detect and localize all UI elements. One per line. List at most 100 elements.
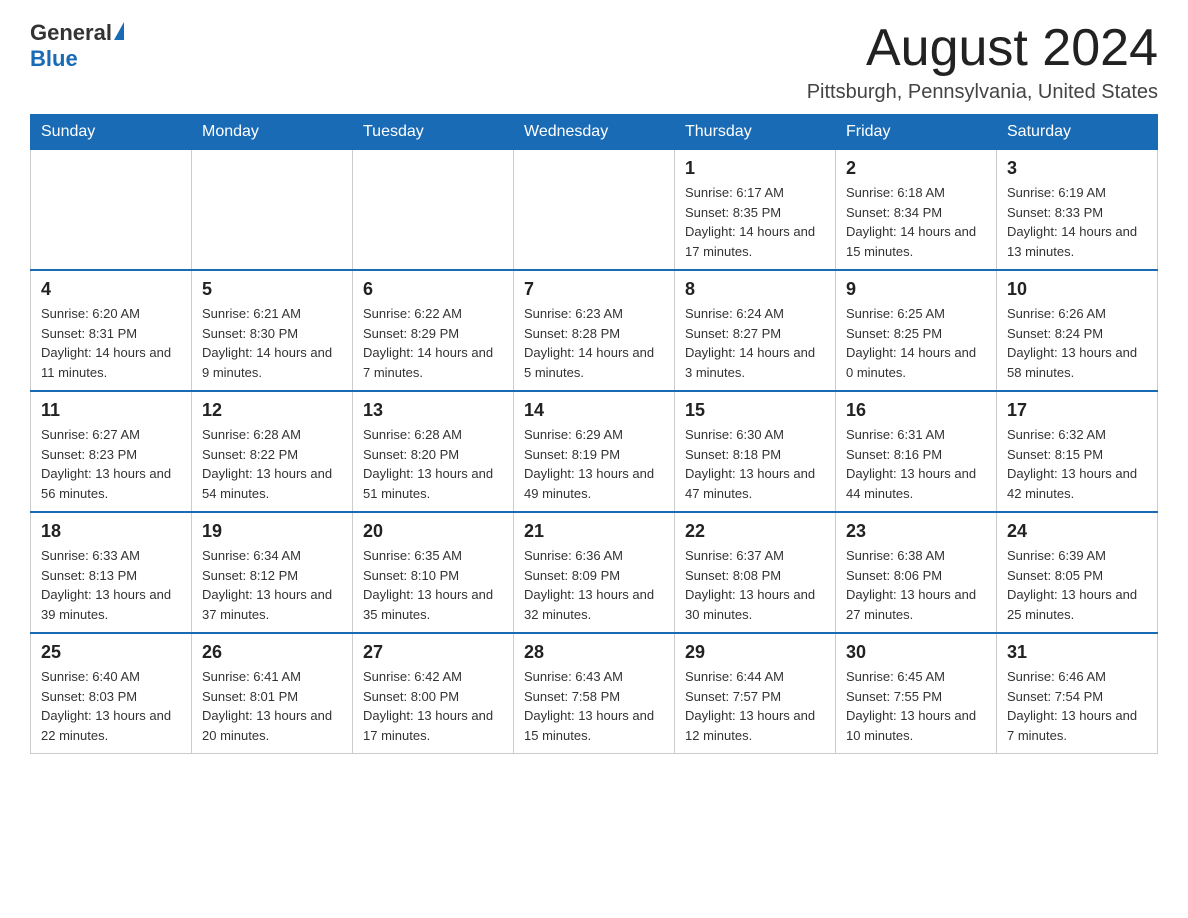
day-info: Sunrise: 6:36 AMSunset: 8:09 PMDaylight:… (524, 546, 664, 624)
calendar-cell (514, 150, 675, 271)
day-number: 27 (363, 642, 503, 663)
day-number: 30 (846, 642, 986, 663)
day-info: Sunrise: 6:45 AMSunset: 7:55 PMDaylight:… (846, 667, 986, 745)
calendar-cell: 3 Sunrise: 6:19 AMSunset: 8:33 PMDaylight… (997, 150, 1158, 271)
day-info: Sunrise: 6:25 AMSunset: 8:25 PMDaylight:… (846, 304, 986, 382)
calendar-cell (31, 150, 192, 271)
calendar-cell: 5 Sunrise: 6:21 AMSunset: 8:30 PMDaylight… (192, 270, 353, 391)
calendar-cell: 12Sunrise: 6:28 AMSunset: 8:22 PMDayligh… (192, 391, 353, 512)
calendar-table: SundayMondayTuesdayWednesdayThursdayFrid… (30, 114, 1158, 754)
day-of-week-header: Sunday (31, 115, 192, 150)
calendar-cell: 2 Sunrise: 6:18 AMSunset: 8:34 PMDaylight… (836, 150, 997, 271)
calendar-cell: 7 Sunrise: 6:23 AMSunset: 8:28 PMDaylight… (514, 270, 675, 391)
day-info: Sunrise: 6:33 AMSunset: 8:13 PMDaylight:… (41, 546, 181, 624)
day-number: 21 (524, 521, 664, 542)
day-info: Sunrise: 6:26 AMSunset: 8:24 PMDaylight:… (1007, 304, 1147, 382)
day-number: 23 (846, 521, 986, 542)
calendar-cell: 11Sunrise: 6:27 AMSunset: 8:23 PMDayligh… (31, 391, 192, 512)
day-info: Sunrise: 6:21 AMSunset: 8:30 PMDaylight:… (202, 304, 342, 382)
day-number: 13 (363, 400, 503, 421)
day-number: 17 (1007, 400, 1147, 421)
day-number: 24 (1007, 521, 1147, 542)
calendar-cell (353, 150, 514, 271)
day-info: Sunrise: 6:22 AMSunset: 8:29 PMDaylight:… (363, 304, 503, 382)
calendar-cell: 10 Sunrise: 6:26 AMSunset: 8:24 PMDayligh… (997, 270, 1158, 391)
day-number: 15 (685, 400, 825, 421)
day-of-week-header: Tuesday (353, 115, 514, 150)
calendar-cell: 21 Sunrise: 6:36 AMSunset: 8:09 PMDayligh… (514, 512, 675, 633)
day-info: Sunrise: 6:38 AMSunset: 8:06 PMDaylight:… (846, 546, 986, 624)
day-number: 7 (524, 279, 664, 300)
calendar-title-area: August 2024 Pittsburgh, Pennsylvania, Un… (807, 20, 1158, 104)
day-number: 5 (202, 279, 342, 300)
day-info: Sunrise: 6:23 AMSunset: 8:28 PMDaylight:… (524, 304, 664, 382)
day-info: Sunrise: 6:35 AMSunset: 8:10 PMDaylight:… (363, 546, 503, 624)
calendar-cell: 30 Sunrise: 6:45 AMSunset: 7:55 PMDayligh… (836, 633, 997, 754)
calendar-cell: 27 Sunrise: 6:42 AMSunset: 8:00 PMDayligh… (353, 633, 514, 754)
day-number: 31 (1007, 642, 1147, 663)
day-info: Sunrise: 6:30 AMSunset: 8:18 PMDaylight:… (685, 425, 825, 503)
day-info: Sunrise: 6:31 AMSunset: 8:16 PMDaylight:… (846, 425, 986, 503)
calendar-cell: 31Sunrise: 6:46 AMSunset: 7:54 PMDayligh… (997, 633, 1158, 754)
day-number: 10 (1007, 279, 1147, 300)
calendar-cell: 22 Sunrise: 6:37 AMSunset: 8:08 PMDayligh… (675, 512, 836, 633)
day-of-week-header: Wednesday (514, 115, 675, 150)
calendar-cell: 20 Sunrise: 6:35 AMSunset: 8:10 PMDayligh… (353, 512, 514, 633)
calendar-cell: 18Sunrise: 6:33 AMSunset: 8:13 PMDayligh… (31, 512, 192, 633)
day-info: Sunrise: 6:42 AMSunset: 8:00 PMDaylight:… (363, 667, 503, 745)
day-number: 1 (685, 158, 825, 179)
day-number: 8 (685, 279, 825, 300)
day-number: 26 (202, 642, 342, 663)
calendar-cell: 6Sunrise: 6:22 AMSunset: 8:29 PMDaylight… (353, 270, 514, 391)
day-number: 22 (685, 521, 825, 542)
day-info: Sunrise: 6:41 AMSunset: 8:01 PMDaylight:… (202, 667, 342, 745)
day-info: Sunrise: 6:40 AMSunset: 8:03 PMDaylight:… (41, 667, 181, 745)
location-title: Pittsburgh, Pennsylvania, United States (807, 81, 1158, 104)
calendar-cell: 23 Sunrise: 6:38 AMSunset: 8:06 PMDayligh… (836, 512, 997, 633)
month-title: August 2024 (807, 20, 1158, 77)
day-info: Sunrise: 6:34 AMSunset: 8:12 PMDaylight:… (202, 546, 342, 624)
day-number: 28 (524, 642, 664, 663)
day-number: 14 (524, 400, 664, 421)
day-number: 29 (685, 642, 825, 663)
day-info: Sunrise: 6:17 AMSunset: 8:35 PMDaylight:… (685, 183, 825, 261)
day-info: Sunrise: 6:29 AMSunset: 8:19 PMDaylight:… (524, 425, 664, 503)
day-of-week-header: Thursday (675, 115, 836, 150)
day-info: Sunrise: 6:19 AMSunset: 8:33 PMDaylight:… (1007, 183, 1147, 261)
calendar-cell: 26 Sunrise: 6:41 AMSunset: 8:01 PMDayligh… (192, 633, 353, 754)
day-info: Sunrise: 6:44 AMSunset: 7:57 PMDaylight:… (685, 667, 825, 745)
calendar-cell: 17Sunrise: 6:32 AMSunset: 8:15 PMDayligh… (997, 391, 1158, 512)
calendar-week-row: 18Sunrise: 6:33 AMSunset: 8:13 PMDayligh… (31, 512, 1158, 633)
calendar-cell: 14 Sunrise: 6:29 AMSunset: 8:19 PMDayligh… (514, 391, 675, 512)
calendar-cell: 24Sunrise: 6:39 AMSunset: 8:05 PMDayligh… (997, 512, 1158, 633)
logo-blue: Blue (30, 46, 78, 71)
day-number: 9 (846, 279, 986, 300)
day-number: 2 (846, 158, 986, 179)
calendar-week-row: 11Sunrise: 6:27 AMSunset: 8:23 PMDayligh… (31, 391, 1158, 512)
day-number: 4 (41, 279, 181, 300)
day-number: 19 (202, 521, 342, 542)
day-info: Sunrise: 6:18 AMSunset: 8:34 PMDaylight:… (846, 183, 986, 261)
logo-general: General (30, 20, 112, 46)
calendar-header-row: SundayMondayTuesdayWednesdayThursdayFrid… (31, 115, 1158, 150)
day-number: 20 (363, 521, 503, 542)
logo: General Blue (30, 20, 124, 72)
calendar-cell: 9 Sunrise: 6:25 AMSunset: 8:25 PMDaylight… (836, 270, 997, 391)
calendar-cell: 16Sunrise: 6:31 AMSunset: 8:16 PMDayligh… (836, 391, 997, 512)
calendar-cell: 19 Sunrise: 6:34 AMSunset: 8:12 PMDayligh… (192, 512, 353, 633)
day-info: Sunrise: 6:43 AMSunset: 7:58 PMDaylight:… (524, 667, 664, 745)
calendar-week-row: 4Sunrise: 6:20 AMSunset: 8:31 PMDaylight… (31, 270, 1158, 391)
day-of-week-header: Friday (836, 115, 997, 150)
page-header: General Blue August 2024 Pittsburgh, Pen… (30, 20, 1158, 104)
day-of-week-header: Monday (192, 115, 353, 150)
day-of-week-header: Saturday (997, 115, 1158, 150)
calendar-cell: 25Sunrise: 6:40 AMSunset: 8:03 PMDayligh… (31, 633, 192, 754)
calendar-cell: 4Sunrise: 6:20 AMSunset: 8:31 PMDaylight… (31, 270, 192, 391)
day-number: 3 (1007, 158, 1147, 179)
calendar-cell: 13 Sunrise: 6:28 AMSunset: 8:20 PMDayligh… (353, 391, 514, 512)
calendar-week-row: 1 Sunrise: 6:17 AMSunset: 8:35 PMDaylight… (31, 150, 1158, 271)
day-info: Sunrise: 6:37 AMSunset: 8:08 PMDaylight:… (685, 546, 825, 624)
day-info: Sunrise: 6:28 AMSunset: 8:20 PMDaylight:… (363, 425, 503, 503)
day-info: Sunrise: 6:27 AMSunset: 8:23 PMDaylight:… (41, 425, 181, 503)
day-info: Sunrise: 6:28 AMSunset: 8:22 PMDaylight:… (202, 425, 342, 503)
